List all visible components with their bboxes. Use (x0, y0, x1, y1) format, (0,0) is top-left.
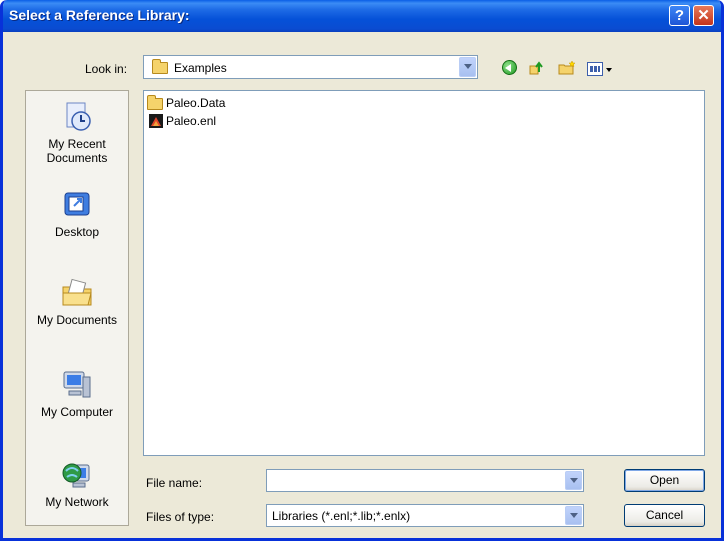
file-name-input[interactable] (266, 469, 584, 492)
look-in-dropdown[interactable]: Examples (143, 55, 478, 79)
folder-icon (152, 59, 168, 74)
views-caret-icon[interactable] (606, 68, 612, 72)
help-button[interactable]: ? (669, 5, 690, 26)
place-label: My Recent (48, 137, 106, 151)
my-network-icon (62, 463, 90, 488)
my-documents-icon (62, 278, 92, 306)
place-my-recent-documents[interactable]: My Recent Documents (26, 101, 128, 165)
place-my-network[interactable]: My Network (26, 459, 128, 509)
look-in-value: Examples (174, 61, 227, 75)
files-of-type-value: Libraries (*.enl;*.lib;*.enlx) (272, 509, 411, 523)
file-name: Paleo.enl (166, 114, 217, 128)
reference-library-dialog: Select a Reference Library: ? ✕ Look in:… (0, 0, 724, 541)
close-button[interactable]: ✕ (693, 5, 714, 26)
folder-icon (147, 95, 163, 110)
chevron-down-icon[interactable] (565, 471, 582, 490)
chevron-down-icon[interactable] (565, 506, 582, 525)
back-icon[interactable] (502, 60, 517, 75)
new-folder-icon[interactable] (558, 60, 576, 76)
places-bar: My Recent Documents Desktop My Documents (25, 90, 129, 526)
place-label: Documents (46, 151, 108, 165)
views-menu-icon[interactable] (587, 62, 603, 76)
place-label: My Network (45, 495, 109, 509)
place-desktop[interactable]: Desktop (26, 189, 128, 239)
up-one-level-icon[interactable] (528, 60, 546, 76)
place-my-computer[interactable]: My Computer (26, 369, 128, 419)
title-bar[interactable]: Select a Reference Library: ? ✕ (3, 0, 721, 32)
files-of-type-label: Files of type: (146, 510, 215, 524)
file-name-label: File name: (146, 476, 203, 490)
files-of-type-dropdown[interactable]: Libraries (*.enl;*.lib;*.enlx) (266, 504, 584, 527)
place-label: Desktop (54, 225, 100, 239)
look-in-label: Look in: (85, 62, 128, 76)
place-label: My Documents (36, 313, 118, 327)
place-label: My Computer (40, 405, 114, 419)
recent-documents-icon (66, 102, 91, 131)
endnote-library-icon (149, 114, 163, 128)
place-my-documents[interactable]: My Documents (26, 277, 128, 327)
open-button[interactable]: Open (624, 469, 705, 492)
window-title: Select a Reference Library: (9, 7, 190, 23)
file-name: Paleo.Data (166, 96, 226, 110)
chevron-down-icon[interactable] (459, 57, 476, 77)
desktop-icon (64, 192, 90, 216)
my-computer-icon (63, 371, 91, 398)
file-list[interactable]: Paleo.Data Paleo.enl (143, 90, 705, 456)
cancel-button[interactable]: Cancel (624, 504, 705, 527)
